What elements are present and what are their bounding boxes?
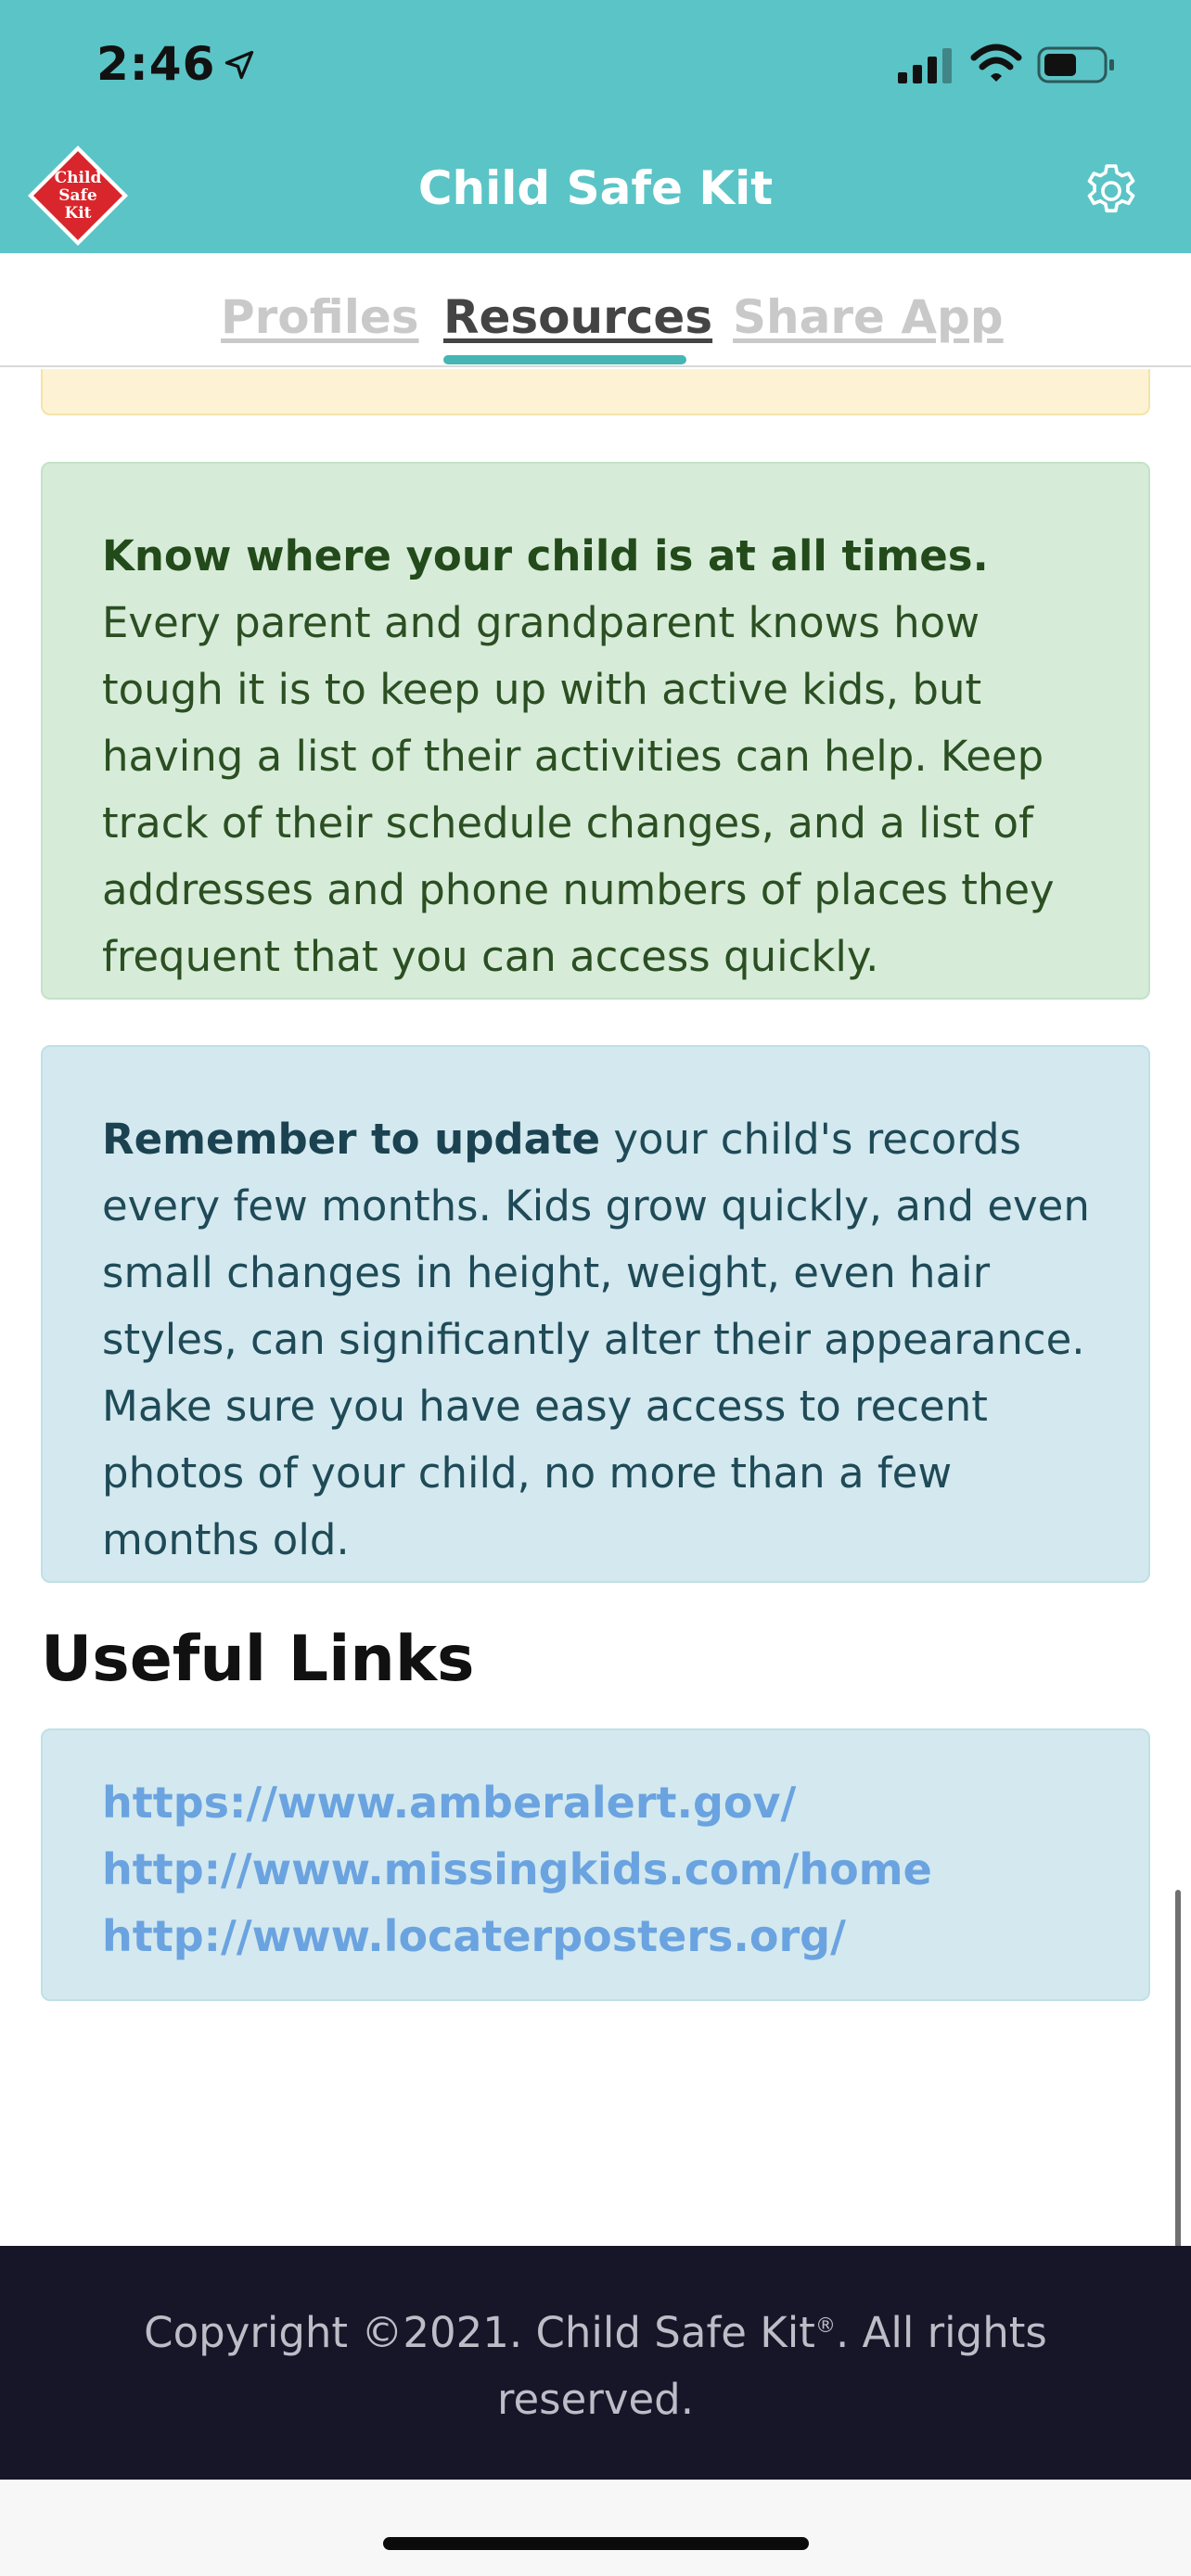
- battery-icon: [1037, 46, 1114, 83]
- home-indicator[interactable]: [383, 2537, 809, 2550]
- tip-card-update: Remember to update your child's records …: [41, 1045, 1150, 1583]
- location-arrow-icon: [224, 50, 254, 80]
- useful-links-box: https://www.amberalert.gov/ http://www.m…: [41, 1728, 1150, 2001]
- status-time: 2:46: [96, 37, 216, 91]
- home-indicator-area: [0, 2480, 1191, 2576]
- settings-gear-icon[interactable]: [1080, 159, 1143, 223]
- screen: 2:46 Child Safe Kit Child Safe Kit Profi…: [0, 0, 1191, 2576]
- tip-body: Every parent and grandparent knows how t…: [102, 598, 1055, 981]
- tab-profiles[interactable]: Profiles: [221, 290, 419, 344]
- tip-card-location: Know where your child is at all times. E…: [41, 462, 1150, 1000]
- tab-bar: Profiles Resources Share App: [0, 253, 1191, 367]
- tab-share-app[interactable]: Share App: [733, 290, 1004, 344]
- cellular-signal-icon: [898, 48, 952, 83]
- registered-mark: ®: [814, 2315, 836, 2338]
- tab-resources[interactable]: Resources: [443, 290, 712, 344]
- tip-card-partial: [41, 369, 1150, 415]
- link-locater-posters[interactable]: http://www.locaterposters.org/: [102, 1903, 1093, 1970]
- app-title: Child Safe Kit: [417, 161, 774, 215]
- copyright-text: Copyright ©2021. Child Safe Kit®. All ri…: [111, 2300, 1080, 2433]
- tip-lead: Remember to update: [102, 1115, 601, 1164]
- tip-body: your child's records every few months. K…: [102, 1115, 1090, 1564]
- useful-links-title: Useful Links: [41, 1623, 475, 1696]
- link-missing-kids[interactable]: http://www.missingkids.com/home: [102, 1836, 1093, 1903]
- app-header: 2:46 Child Safe Kit Child Safe Kit: [0, 0, 1191, 253]
- link-amber-alert[interactable]: https://www.amberalert.gov/: [102, 1769, 1093, 1836]
- footer: Copyright ©2021. Child Safe Kit®. All ri…: [0, 2246, 1191, 2480]
- wifi-icon: [970, 44, 1022, 82]
- tip-lead: Know where your child is at all times.: [102, 531, 989, 580]
- copyright-prefix: Copyright ©2021. Child Safe Kit: [144, 2308, 815, 2357]
- active-tab-indicator: [443, 355, 686, 364]
